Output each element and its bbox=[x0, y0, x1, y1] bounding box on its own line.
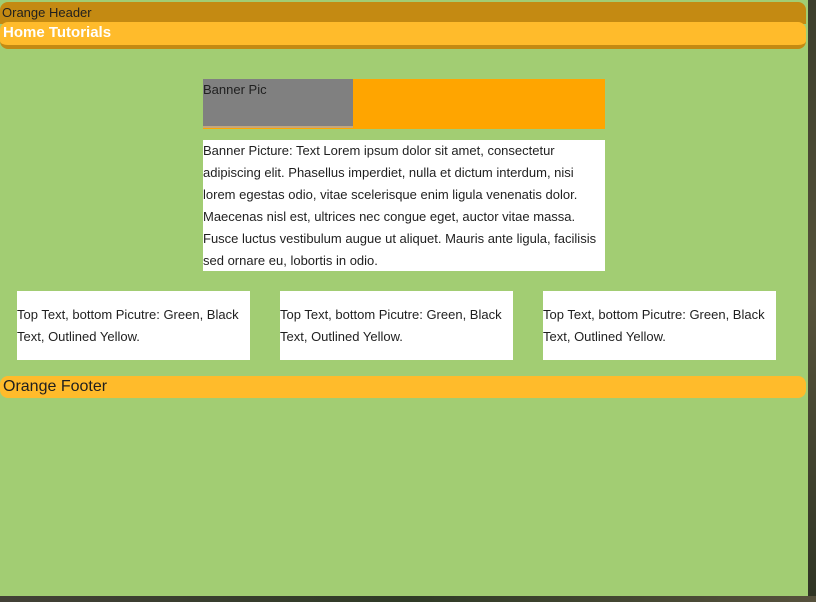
banner-text-box: Banner Picture: Text Lorem ipsum dolor s… bbox=[203, 140, 605, 271]
nav-bar: Home Tutorials bbox=[0, 22, 806, 49]
content-card-1: Top Text, bottom Picutre: Green, Black T… bbox=[17, 291, 250, 360]
card-text: Top Text, bottom Picutre: Green, Black T… bbox=[280, 307, 502, 344]
banner-pic: Banner Pic bbox=[203, 79, 353, 128]
card-text: Top Text, bottom Picutre: Green, Black T… bbox=[17, 307, 239, 344]
banner-pic-label: Banner Pic bbox=[203, 82, 267, 97]
web-page: Orange Header Home Tutorials Banner Pic … bbox=[0, 0, 809, 597]
orange-footer: Orange Footer bbox=[0, 376, 806, 398]
content-card-2: Top Text, bottom Picutre: Green, Black T… bbox=[280, 291, 513, 360]
window-edge bbox=[808, 0, 816, 602]
card-text: Top Text, bottom Picutre: Green, Black T… bbox=[543, 307, 765, 344]
window-bottom-edge bbox=[0, 596, 816, 602]
desktop-background: Orange Header Home Tutorials Banner Pic … bbox=[0, 0, 816, 602]
content-card-3: Top Text, bottom Picutre: Green, Black T… bbox=[543, 291, 776, 360]
banner-text: Banner Picture: Text Lorem ipsum dolor s… bbox=[203, 143, 597, 268]
orange-header: Orange Header bbox=[0, 2, 806, 24]
home-tutorials-link[interactable]: Home Tutorials bbox=[0, 22, 111, 44]
footer-label: Orange Footer bbox=[3, 378, 108, 395]
banner: Banner Pic bbox=[203, 79, 605, 129]
header-label: Orange Header bbox=[2, 5, 92, 20]
